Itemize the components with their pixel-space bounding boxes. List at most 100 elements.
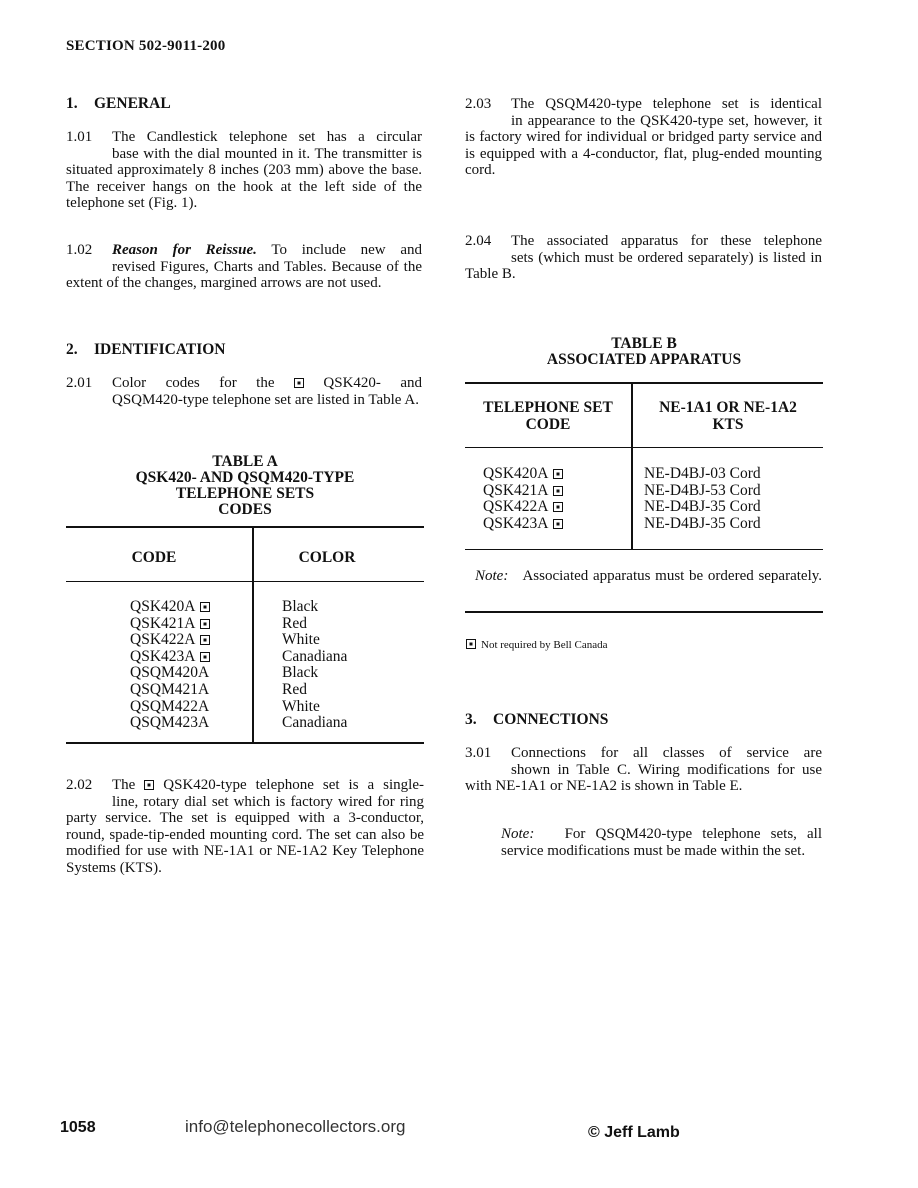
table-title-line: CODES — [218, 501, 272, 518]
footnote: Not required by Bell Canada — [466, 639, 607, 651]
table-b: TELEPHONE SET CODE NE-1A1 OR NE-1A2 KTS … — [465, 382, 823, 552]
paragraph-body: QSQM420-type telephone set are listed in… — [112, 391, 419, 408]
note-label: Note: — [475, 568, 509, 584]
code-text: QSK422A — [130, 631, 196, 649]
table-cell-apparatus: NE-D4BJ-35 Cord — [644, 514, 761, 532]
table-rule-top — [465, 382, 823, 384]
paragraph-text: The QSQM420-type telephone set is identi… — [511, 96, 822, 112]
table-cell-code: QSK420A — [130, 598, 211, 616]
table-header-code: CODE — [131, 549, 177, 566]
page-number: 1058 — [60, 1119, 96, 1136]
note-rule — [465, 611, 823, 613]
not-required-marker-icon — [200, 635, 211, 646]
table-cell-apparatus: NE-D4BJ-53 Cord — [644, 481, 761, 499]
table-cell-code: QSK422A — [130, 631, 211, 649]
section-header: SECTION 502-9011-200 — [66, 38, 226, 54]
code-text: QSK423A — [483, 514, 549, 532]
paragraph-text: QSK420-type telephone set is a single- — [163, 777, 424, 793]
table-b-code-column: QSK420A QSK421A QSK422A QSK423A — [483, 465, 564, 533]
table-cell-code: QSK423A — [130, 647, 211, 666]
paragraph-text: The associated apparatus for these telep… — [511, 233, 822, 249]
table-cell-color: Red — [282, 680, 307, 698]
paragraph-number: 2.02 — [66, 777, 93, 793]
not-required-marker-icon — [200, 651, 211, 662]
not-required-marker-icon — [466, 639, 476, 649]
table-cell-code: QSK420A — [483, 465, 564, 483]
section-number: 3. — [465, 711, 477, 728]
table-b-apparatus-column: NE-D4BJ-03 Cord NE-D4BJ-53 Cord NE-D4BJ-35… — [644, 465, 761, 532]
table-a-code-column: QSK420A QSK421A QSK422A QSK423A QSQM420A QSQM… — [130, 598, 211, 732]
table-header-telephone-set-code: TELEPHONE SET CODE — [465, 399, 631, 433]
table-rule-header — [465, 447, 823, 448]
table-cell-code: QSQM422A — [130, 698, 210, 716]
code-text: QSK420A — [483, 465, 549, 482]
note-qsqm420: Note: For QSQM420-type telephone sets, a… — [501, 826, 822, 859]
footnote-text: Not required by Bell Canada — [481, 639, 608, 651]
not-required-marker-icon — [200, 602, 211, 612]
section-1-heading: 1. GENERAL — [66, 95, 171, 113]
footer-email-link[interactable]: info@telephonecollectors.org — [185, 1117, 405, 1137]
not-required-marker-icon — [200, 618, 211, 629]
not-required-marker-icon — [293, 378, 304, 388]
table-a-color-column: Black Red White Canadiana Black Red White Canad… — [282, 598, 348, 732]
paragraph-text: To include new and — [256, 242, 422, 258]
paragraph-body: sets (which must be ordered separately) … — [465, 249, 822, 283]
table-rule-bottom — [66, 742, 424, 744]
code-text: QSK420A — [130, 598, 196, 615]
paragraph-1-02: 1.02 Reason for Reissue. To include new a… — [66, 242, 422, 292]
not-required-marker-icon — [553, 485, 564, 496]
header-line: TELEPHONE SET — [483, 399, 613, 416]
table-title-line: TELEPHONE SETS — [175, 485, 315, 502]
table-rule-header — [66, 581, 424, 582]
table-title-line: TABLE A — [212, 453, 278, 470]
paragraph-2-02: 2.02 The QSK420-type telephone set is a s… — [66, 777, 424, 876]
paragraph-text: The — [112, 777, 136, 793]
table-cell-apparatus: NE-D4BJ-35 Cord — [644, 498, 761, 516]
section-2-heading: 2. IDENTIFICATION — [66, 341, 226, 359]
table-cell-code: QSK421A — [483, 482, 564, 500]
paragraph-number: 2.04 — [465, 233, 492, 249]
table-b-note: Note: Associated apparatus must be order… — [475, 568, 822, 585]
header-line: CODE — [525, 415, 571, 433]
paragraph-body: shown in Table C. Wiring modifications f… — [465, 761, 822, 795]
code-text: QSK421A — [130, 614, 196, 632]
footer-copyright: © Jeff Lamb — [588, 1124, 680, 1141]
paragraph-2-03: 2.03 The QSQM420-type telephone set is id… — [465, 96, 822, 179]
section-number: 1. — [66, 95, 78, 112]
table-rule-bottom — [465, 549, 823, 550]
paragraph-body: in appearance to the QSK420-type set, ho… — [465, 112, 822, 179]
not-required-marker-icon — [144, 780, 155, 790]
table-a-title: TABLE A QSK420- AND QSQM420-TYPE TELEPHO… — [66, 454, 424, 518]
table-cell-color: White — [282, 631, 320, 649]
table-cell-color: White — [282, 697, 320, 715]
table-title-line: ASSOCIATED APPARATUS — [546, 351, 742, 368]
table-cell-color: Black — [282, 598, 319, 615]
code-text: QSQM423A — [130, 714, 210, 732]
code-text: QSK423A — [130, 647, 196, 665]
paragraph-lead: Reason for Reissue. — [112, 242, 257, 258]
paragraph-number: 2.03 — [465, 96, 492, 112]
paragraph-text: The Candlestick telephone set has a circ… — [112, 129, 422, 145]
paragraph-body: line, rotary dial set which is factory w… — [66, 793, 424, 876]
note-text: Associated apparatus must be ordered sep… — [522, 568, 823, 584]
paragraph-2-04: 2.04 The associated apparatus for these t… — [465, 233, 822, 283]
paragraph-text: Color codes for the — [112, 375, 275, 391]
table-cell-code: QSK423A — [483, 514, 564, 533]
paragraph-text: Connections for all classes of service a… — [511, 745, 822, 761]
not-required-marker-icon — [553, 502, 564, 513]
table-cell-code: QSK421A — [130, 614, 211, 633]
section-3-heading: 3. CONNECTIONS — [465, 711, 608, 729]
not-required-marker-icon — [553, 518, 564, 529]
table-cell-code: QSQM423A — [130, 714, 210, 732]
table-title-line: TABLE B — [611, 335, 677, 352]
header-line: KTS — [712, 415, 744, 433]
table-a: CODE COLOR QSK420A QSK421A QSK422A QSK423A Q… — [66, 526, 424, 744]
table-rule-top — [66, 526, 424, 528]
table-cell-color: Canadiana — [282, 647, 348, 665]
note-text: For QSQM420-type telephone sets, all ser… — [501, 826, 822, 859]
paragraph-body: base with the dial mounted in it. The tr… — [66, 145, 422, 212]
header-line: NE-1A1 OR NE-1A2 — [659, 399, 797, 416]
code-text: QSQM420A — [130, 664, 210, 682]
paragraph-text: QSK420- and — [323, 375, 422, 391]
section-title: CONNECTIONS — [493, 711, 609, 728]
